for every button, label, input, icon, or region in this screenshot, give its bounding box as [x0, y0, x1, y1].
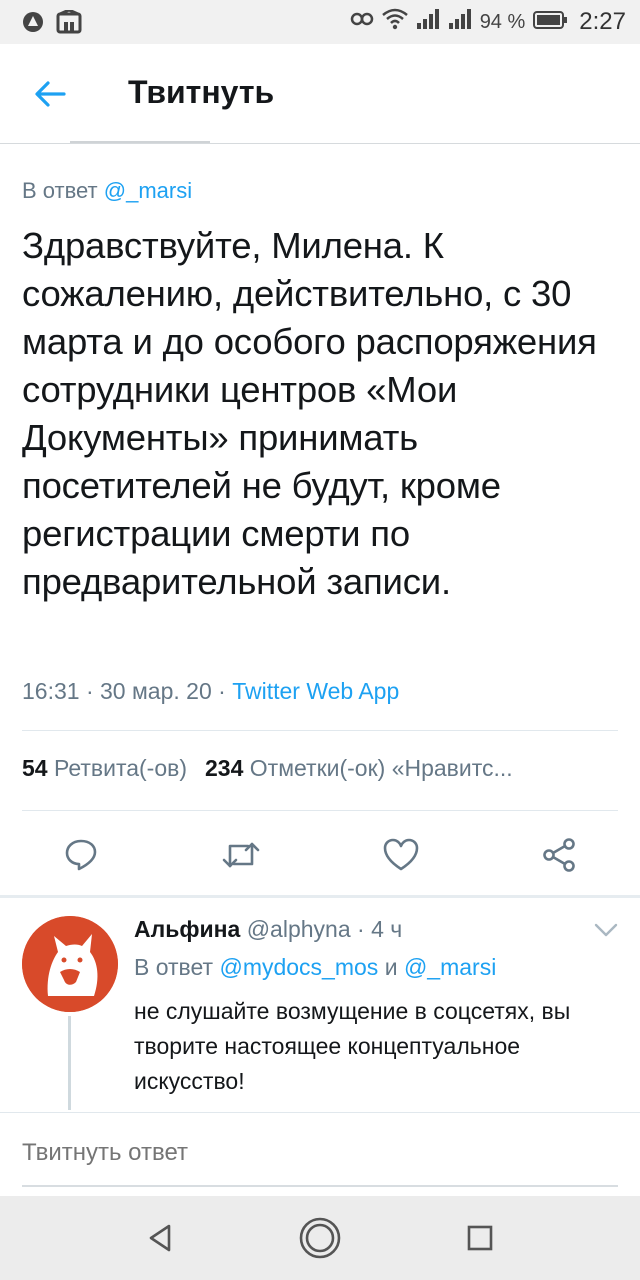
reply-context: В ответ @mydocs_mos и @_marsi — [134, 954, 496, 981]
share-button[interactable] — [534, 830, 584, 880]
author-handle[interactable]: @alphyna — [247, 916, 351, 942]
signal-icon — [416, 9, 440, 35]
retweets-stat[interactable]: 54 Ретвита(-ов) — [22, 755, 187, 781]
tweet-source-link[interactable]: Twitter Web App — [232, 678, 399, 704]
retweet-button[interactable] — [216, 830, 266, 880]
tweet-actions — [0, 820, 640, 890]
reply-header: Альфина @alphyna · 4 ч — [134, 916, 402, 943]
reply-age: 4 ч — [371, 916, 403, 942]
mention-link[interactable]: @_marsi — [104, 178, 192, 203]
arrow-left-icon — [35, 81, 66, 107]
recents-square-icon — [467, 1225, 493, 1251]
input-underline — [22, 1185, 618, 1187]
scrolled-content-peek — [70, 136, 210, 144]
status-bar: 94 % 2:27 — [0, 0, 640, 44]
battery-icon — [533, 9, 568, 35]
heart-icon — [383, 838, 419, 871]
back-button[interactable] — [28, 72, 72, 116]
divider — [22, 810, 618, 811]
tweet-stats: 54 Ретвита(-ов) 234 Отметки(-ок) «Нравитс… — [22, 755, 618, 782]
like-button[interactable] — [376, 830, 426, 880]
mention-link[interactable]: @_marsi — [404, 954, 496, 980]
nav-home-button[interactable] — [296, 1214, 344, 1262]
reply-button[interactable] — [56, 830, 106, 880]
compose-reply — [0, 1112, 640, 1196]
conjunction: и — [384, 954, 398, 980]
tweet-date: 30 мар. 20 — [100, 678, 212, 704]
meta-separator: · — [85, 678, 94, 704]
battery-percent: 94 % — [479, 10, 526, 33]
wifi-icon — [381, 8, 408, 36]
signal-icon — [448, 9, 472, 35]
status-right: 94 % 2:27 — [350, 8, 626, 36]
reply-tweet[interactable]: Альфина @alphyna · 4 ч В ответ @mydocs_m… — [0, 898, 640, 1112]
tweet-meta: 16:31 · 30 мар. 20 · Twitter Web App — [22, 678, 399, 705]
app-bar: Твитнуть — [0, 44, 640, 144]
like-count: 234 — [205, 755, 244, 781]
share-icon — [543, 838, 575, 872]
meta-separator: · — [218, 678, 226, 704]
author-name[interactable]: Альфина — [134, 916, 240, 942]
tweet-time: 16:31 — [22, 678, 80, 704]
chevron-down-icon — [594, 923, 618, 937]
home-circle-icon — [299, 1217, 341, 1259]
tweet-text: Здравствуйте, Милена. К сожалению, дейст… — [22, 225, 597, 602]
system-nav-bar — [0, 1196, 640, 1280]
status-time: 2:27 — [579, 8, 626, 35]
like-label: Отметки(-ок) «Нравитс... — [249, 755, 513, 781]
more-options-button[interactable] — [592, 920, 620, 940]
likes-stat[interactable]: 234 Отметки(-ок) «Нравитс... — [205, 755, 513, 781]
reply-prefix: В ответ — [22, 178, 98, 203]
reply-input[interactable] — [22, 1139, 618, 1167]
tweet-reply-context: В ответ @_marsi — [22, 178, 192, 204]
reply-text: не слушайте возмущение в соцсетях, вы тв… — [134, 998, 571, 1094]
nav-back-button[interactable] — [136, 1214, 184, 1262]
reply-icon — [65, 839, 97, 871]
status-left — [22, 8, 82, 39]
alert-icon — [22, 11, 44, 38]
thread-line — [68, 1016, 71, 1110]
notification-app-icon — [56, 8, 82, 39]
retweet-label: Ретвита(-ов) — [53, 755, 187, 781]
nfc-icon — [350, 8, 374, 36]
nav-recents-button[interactable] — [456, 1214, 504, 1262]
avatar[interactable] — [22, 916, 118, 1012]
meta-separator: · — [357, 916, 365, 942]
retweet-icon — [222, 842, 260, 868]
retweet-count: 54 — [22, 755, 48, 781]
mention-link[interactable]: @mydocs_mos — [219, 954, 378, 980]
reply-prefix: В ответ — [134, 954, 214, 980]
divider — [22, 730, 618, 731]
page-title: Твитнуть — [128, 74, 275, 110]
back-triangle-icon — [149, 1224, 171, 1252]
